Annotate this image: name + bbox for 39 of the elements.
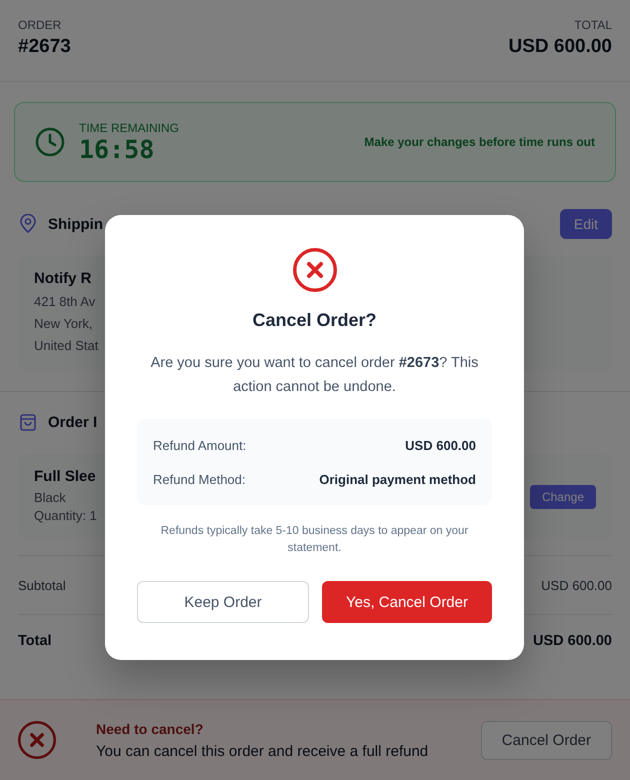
order-total: USD 600.00 [508, 36, 612, 58]
confirm-cancel-button[interactable]: Yes, Cancel Order [322, 581, 492, 623]
banner-title: Need to cancel? [96, 720, 204, 736]
dialog-title: Cancel Order? [252, 310, 377, 331]
refund-label: Refund Method: [153, 472, 246, 486]
refund-label: Refund Amount: [153, 438, 246, 452]
time-remaining: 16:58 [79, 134, 156, 164]
total-label: TOTAL [574, 18, 612, 32]
section-title: Order I [48, 414, 98, 430]
refund-note: Refunds typically take 5-10 business days to appear on your statement. [160, 524, 470, 556]
cancel-icon [18, 721, 56, 759]
address-line: New York, [34, 315, 93, 333]
summary-label: Subtotal [18, 578, 66, 592]
order-number: #2673 [18, 36, 71, 58]
dialog-message: Are you sure you want to cancel order #2673? This action cannot be undone. [150, 354, 480, 397]
change-button[interactable]: Change [530, 484, 596, 508]
cancel-order-button[interactable]: Cancel Order [480, 720, 612, 760]
summary-value: USD 600.00 [541, 578, 612, 592]
edit-button[interactable]: Edit [560, 209, 612, 239]
refund-value: Original payment method [319, 472, 476, 486]
timer-label: TIME REMAINING [79, 120, 180, 134]
timer-hint: Make your changes before time runs out [364, 135, 595, 149]
order-label: ORDER [18, 18, 62, 32]
summary-value: USD 600.00 [533, 633, 612, 649]
banner-text: You can cancel this order and receive a full refund [96, 742, 428, 760]
clock-icon [35, 127, 65, 157]
address-line: United Stat [34, 337, 98, 355]
recipient-name: Notify R [34, 270, 92, 287]
refund-value: USD 600.00 [405, 438, 476, 452]
section-title: Shippin [48, 216, 103, 232]
location-pin-icon [18, 214, 38, 234]
address-line: 421 8th Av [34, 293, 96, 311]
summary-label: Total [18, 633, 52, 649]
keep-order-button[interactable]: Keep Order [137, 581, 309, 623]
item-name: Full Slee [34, 468, 96, 485]
item-quantity: Quantity: 1 [34, 507, 97, 525]
cancel-icon [292, 248, 336, 292]
item-variant: Black [34, 489, 66, 507]
bag-icon [18, 412, 38, 432]
